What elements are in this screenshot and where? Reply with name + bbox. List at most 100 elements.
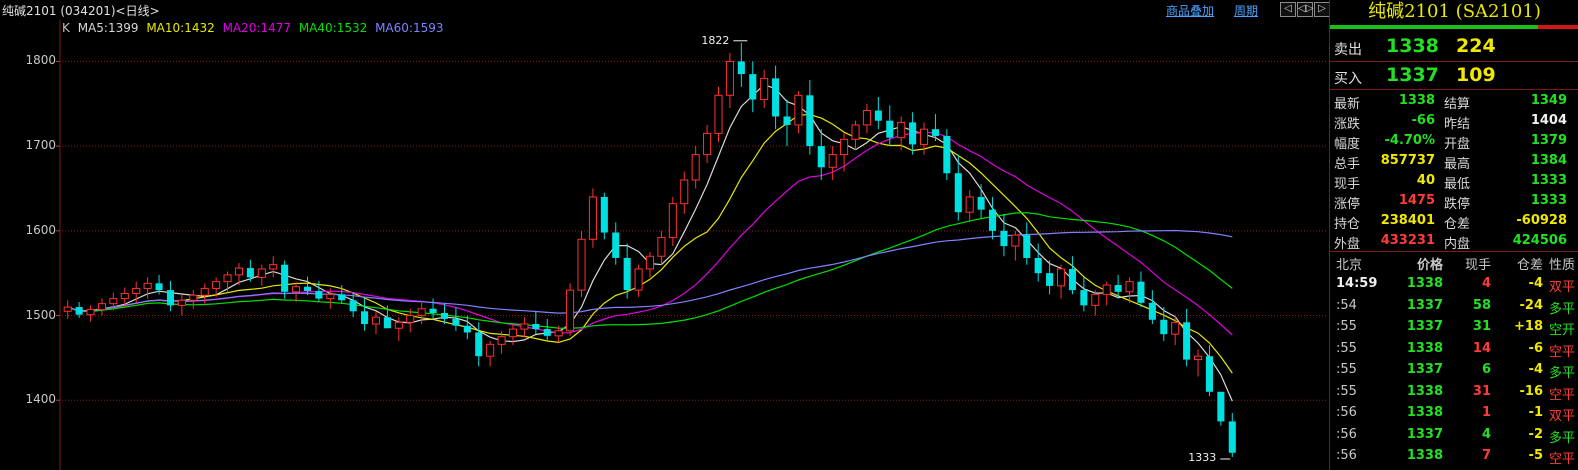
candle-up bbox=[212, 281, 221, 289]
stat-row: 涨停 1475 跌停 1333 bbox=[1330, 193, 1578, 213]
candle-down bbox=[1034, 257, 1042, 274]
tick-row[interactable]: :55 1337 31 +18 空开 bbox=[1330, 319, 1578, 340]
candle-up bbox=[292, 286, 301, 293]
candle-down bbox=[783, 116, 791, 125]
stat-row: 外盘 433231 内盘 424506 bbox=[1330, 233, 1578, 253]
candle-down bbox=[931, 129, 939, 136]
tick-time: :55 bbox=[1336, 362, 1357, 377]
candle-down bbox=[1228, 421, 1236, 453]
tick-oi-change: -6 bbox=[1528, 340, 1543, 356]
candle-down bbox=[943, 135, 951, 174]
tick-time: :55 bbox=[1336, 383, 1357, 399]
stat-value: 1475 bbox=[1398, 193, 1435, 208]
stat-label: 仓差 bbox=[1444, 217, 1471, 232]
ma-line-ma10 bbox=[67, 113, 1233, 374]
candle-up bbox=[234, 267, 244, 276]
stat-value: -4.70% bbox=[1384, 133, 1436, 148]
tick-row[interactable]: :54 1337 58 -24 多平 bbox=[1330, 298, 1578, 319]
candle-down bbox=[909, 122, 917, 145]
candlestick-plot[interactable] bbox=[0, 0, 1329, 470]
ask-volume: 224 bbox=[1456, 35, 1496, 57]
bid-row[interactable]: 买入 1337 109 bbox=[1330, 62, 1578, 90]
candle-down bbox=[1068, 268, 1076, 291]
tick-row[interactable]: :56 1338 7 -5 空平 bbox=[1330, 448, 1578, 469]
tick-row[interactable]: :56 1338 1 -1 双平 bbox=[1330, 405, 1578, 426]
stat-label: 最新 bbox=[1334, 97, 1361, 112]
stat-value: 1333 bbox=[1530, 193, 1567, 208]
candle-up bbox=[588, 196, 597, 240]
candle-up bbox=[554, 330, 563, 337]
stat-label: 外盘 bbox=[1334, 237, 1361, 252]
candle-up bbox=[1193, 355, 1203, 361]
stat-label: 涨跌 bbox=[1334, 117, 1361, 132]
candle-up bbox=[269, 264, 278, 270]
tick-row[interactable]: :55 1338 14 -6 空平 bbox=[1330, 341, 1578, 362]
stat-label: 最低 bbox=[1444, 177, 1471, 192]
ask-label: 卖出 bbox=[1334, 42, 1362, 58]
tick-nature: 空开 bbox=[1548, 323, 1575, 338]
candle-down bbox=[600, 196, 608, 233]
y-tick-label: 1600 bbox=[25, 222, 56, 237]
stat-value: 1333 bbox=[1530, 173, 1567, 188]
candle-up bbox=[326, 293, 335, 300]
ask-row[interactable]: 卖出 1338 224 bbox=[1330, 33, 1578, 61]
tick-volume: 31 bbox=[1472, 383, 1491, 399]
tick-row[interactable]: :56 1337 4 -2 多平 bbox=[1330, 427, 1578, 448]
candle-up bbox=[486, 343, 495, 357]
tick-time: :56 bbox=[1336, 448, 1357, 463]
candle-down bbox=[475, 332, 483, 357]
stat-row: 总手 857737 最高 1384 bbox=[1330, 153, 1578, 173]
candle-up bbox=[1102, 284, 1111, 295]
y-tick-label: 1400 bbox=[25, 392, 56, 407]
candle-up bbox=[200, 287, 209, 296]
tick-row[interactable]: 14:59 1338 4 -4 双平 bbox=[1330, 276, 1578, 297]
tick-price: 1338 bbox=[1406, 405, 1443, 420]
tick-row[interactable]: :55 1337 6 -4 多平 bbox=[1330, 362, 1578, 383]
stat-value: 40 bbox=[1416, 173, 1435, 188]
stat-label: 总手 bbox=[1334, 157, 1361, 172]
tick-row[interactable]: :55 1338 31 -16 空平 bbox=[1330, 384, 1578, 405]
candle-up bbox=[406, 315, 415, 323]
stat-label: 幅度 bbox=[1334, 137, 1361, 152]
stat-value: 1379 bbox=[1530, 133, 1567, 148]
stat-label: 内盘 bbox=[1444, 237, 1471, 252]
candle-up bbox=[1091, 293, 1100, 306]
tick-oi-change: -1 bbox=[1528, 405, 1543, 420]
tick-volume: 7 bbox=[1481, 448, 1491, 463]
divider bbox=[1330, 89, 1578, 90]
tick-nature: 多平 bbox=[1548, 301, 1575, 317]
low-marker-label: 1333 bbox=[1188, 450, 1217, 464]
candle-down bbox=[338, 294, 346, 301]
candle-up bbox=[657, 237, 666, 257]
tick-price: 1337 bbox=[1406, 426, 1443, 442]
candle-up bbox=[965, 196, 974, 213]
y-tick-label: 1500 bbox=[25, 307, 56, 322]
candle-up bbox=[714, 94, 723, 134]
tick-volume: 4 bbox=[1481, 276, 1491, 291]
candle-up bbox=[577, 238, 586, 291]
candle-down bbox=[749, 74, 757, 100]
candle-down bbox=[817, 146, 825, 168]
kline-chart-area[interactable]: 纯碱2101 (034201)<日线> 商品叠加 周期 ◁ ◁▷ ▷ K MA5… bbox=[0, 0, 1330, 470]
divider bbox=[1330, 251, 1578, 252]
tick-price: 1337 bbox=[1406, 319, 1443, 334]
candle-down bbox=[75, 307, 83, 315]
candle-up bbox=[691, 154, 700, 181]
tick-price: 1338 bbox=[1406, 383, 1443, 399]
candle-up bbox=[1125, 281, 1134, 293]
ticks-header: 北京 价格 现手 仓差 性质 bbox=[1330, 254, 1578, 275]
candle-down bbox=[543, 329, 551, 336]
candle-down bbox=[954, 173, 962, 213]
tick-oi-change: -24 bbox=[1519, 297, 1544, 313]
candle-up bbox=[1171, 321, 1180, 335]
candle-up bbox=[1056, 268, 1066, 287]
candle-down bbox=[1160, 319, 1168, 335]
candle-up bbox=[394, 321, 403, 329]
candle-down bbox=[303, 286, 312, 291]
tick-volume: 6 bbox=[1481, 362, 1491, 377]
candle-up bbox=[143, 282, 152, 289]
candle-up bbox=[897, 121, 906, 139]
stat-value: 424506 bbox=[1512, 233, 1567, 248]
candle-up bbox=[223, 274, 232, 283]
tick-nature: 空平 bbox=[1548, 452, 1575, 467]
